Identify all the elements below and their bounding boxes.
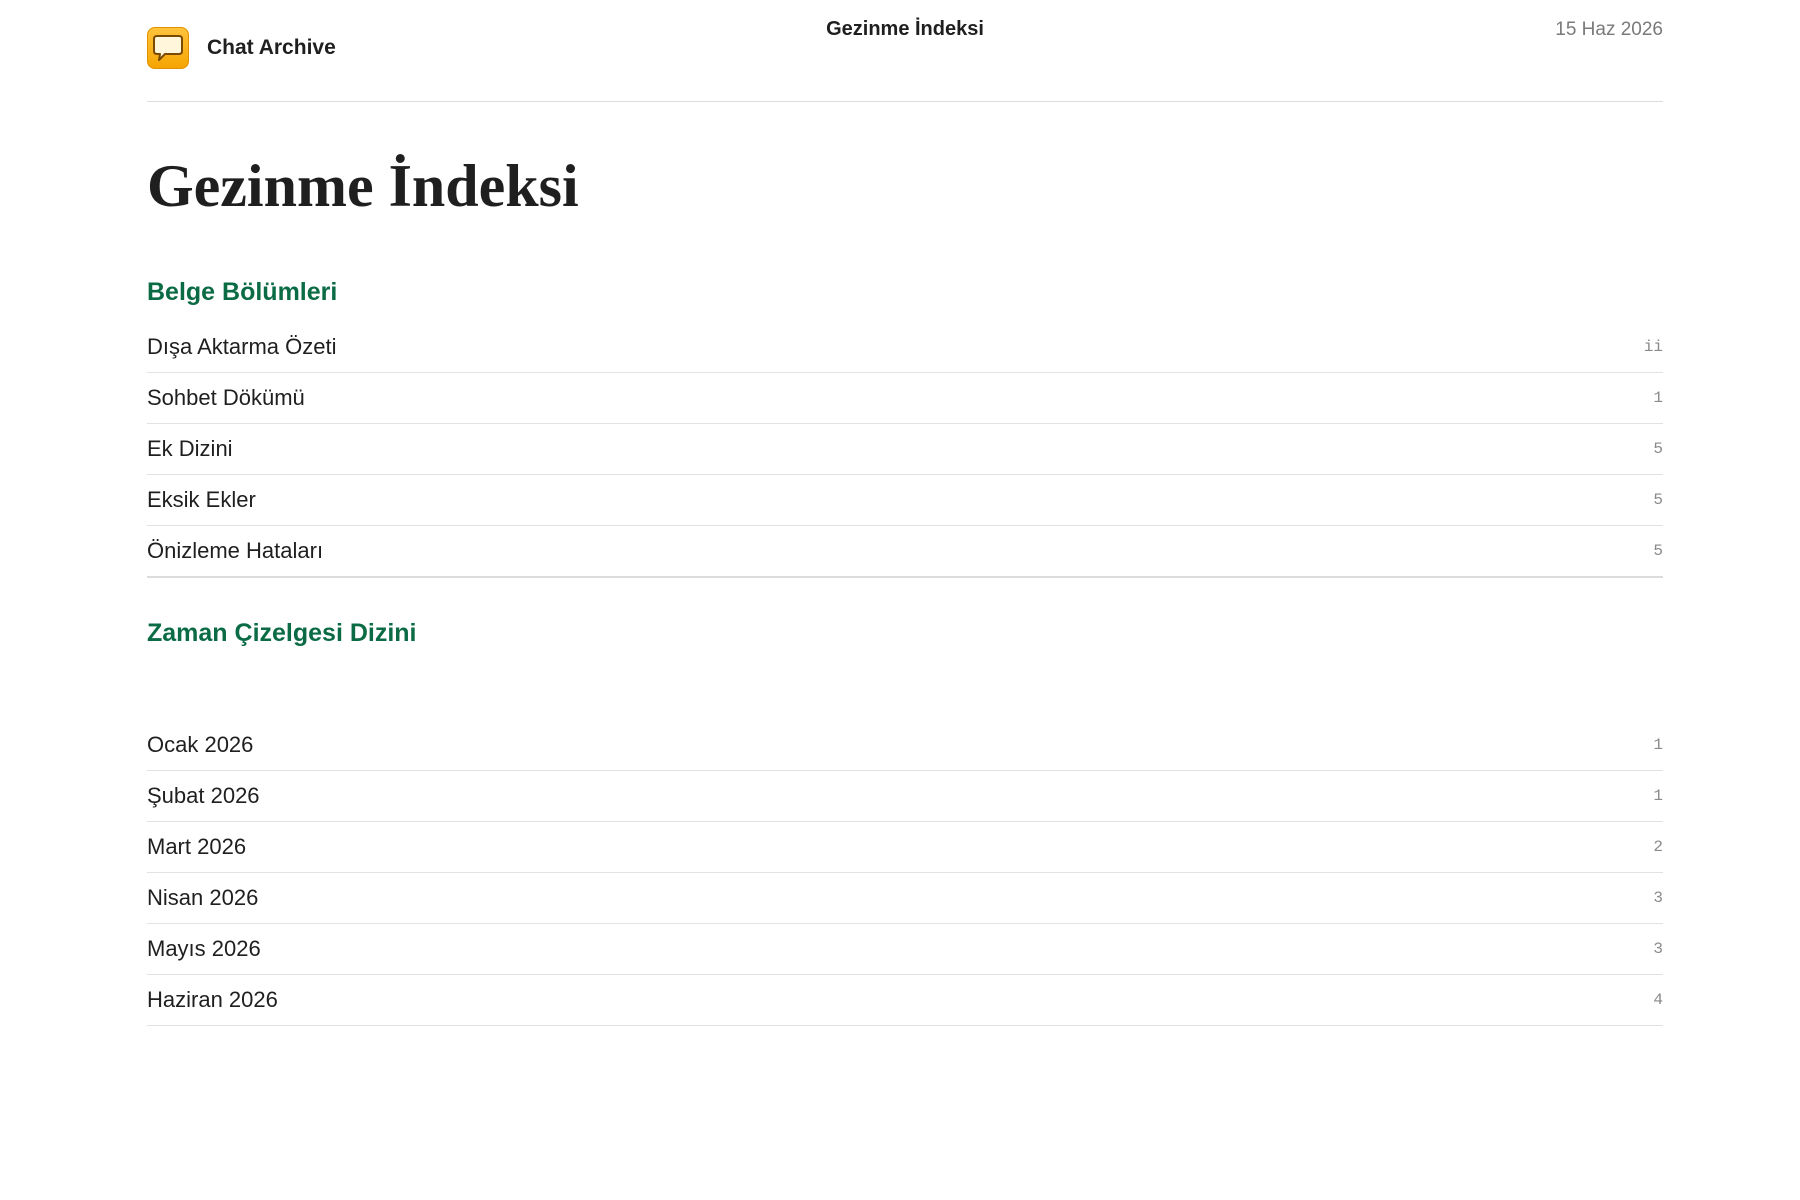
list-item[interactable]: Haziran 2026 4 [147, 975, 1663, 1026]
list-item[interactable]: Dışa Aktarma Özeti ii [147, 322, 1663, 373]
item-page-number: 3 [1653, 889, 1663, 907]
page-header: Chat Archive Gezinme İndeksi 15 Haz 2026 [147, 0, 1663, 102]
item-page-number: ii [1643, 338, 1663, 356]
list-item[interactable]: Mart 2026 2 [147, 822, 1663, 873]
list-item[interactable]: Ocak 2026 1 [147, 720, 1663, 771]
item-page-number: 1 [1653, 736, 1663, 754]
timeline-list: Ocak 2026 1 Şubat 2026 1 Mart 2026 2 Nis… [147, 720, 1663, 1026]
item-page-number: 3 [1653, 940, 1663, 958]
item-label[interactable]: Haziran 2026 [147, 987, 278, 1013]
item-label[interactable]: Ek Dizini [147, 436, 233, 462]
list-item[interactable]: Şubat 2026 1 [147, 771, 1663, 822]
list-item[interactable]: Mayıs 2026 3 [147, 924, 1663, 975]
header-date: 15 Haz 2026 [1555, 19, 1663, 40]
item-label[interactable]: Şubat 2026 [147, 783, 260, 809]
document-sections-list: Dışa Aktarma Özeti ii Sohbet Dökümü 1 Ek… [147, 322, 1663, 578]
item-page-number: 4 [1653, 991, 1663, 1009]
item-page-number: 5 [1653, 491, 1663, 509]
section-heading-timeline: Zaman Çizelgesi Dizini [147, 619, 417, 647]
main-content: Gezinme İndeksi Belge Bölümleri Dışa Akt… [147, 101, 1663, 1026]
section-heading-document-sections: Belge Bölümleri [147, 278, 338, 306]
list-item[interactable]: Eksik Ekler 5 [147, 475, 1663, 526]
item-page-number: 2 [1653, 838, 1663, 856]
item-label[interactable]: Sohbet Dökümü [147, 385, 305, 411]
index-page: Chat Archive Gezinme İndeksi 15 Haz 2026… [0, 0, 1800, 1200]
list-item[interactable]: Nisan 2026 3 [147, 873, 1663, 924]
item-label[interactable]: Ocak 2026 [147, 732, 253, 758]
item-label[interactable]: Dışa Aktarma Özeti [147, 334, 337, 360]
item-label[interactable]: Önizleme Hataları [147, 538, 323, 564]
list-item[interactable]: Önizleme Hataları 5 [147, 526, 1663, 576]
item-page-number: 5 [1653, 440, 1663, 458]
item-label[interactable]: Nisan 2026 [147, 885, 258, 911]
item-label[interactable]: Mayıs 2026 [147, 936, 261, 962]
header-title: Gezinme İndeksi [826, 18, 984, 40]
item-label[interactable]: Eksik Ekler [147, 487, 256, 513]
item-page-number: 1 [1653, 389, 1663, 407]
item-label[interactable]: Mart 2026 [147, 834, 246, 860]
page-title: Gezinme İndeksi [147, 153, 579, 219]
item-page-number: 5 [1653, 542, 1663, 560]
item-page-number: 1 [1653, 787, 1663, 805]
list-item[interactable]: Ek Dizini 5 [147, 424, 1663, 475]
list-item[interactable]: Sohbet Dökümü 1 [147, 373, 1663, 424]
